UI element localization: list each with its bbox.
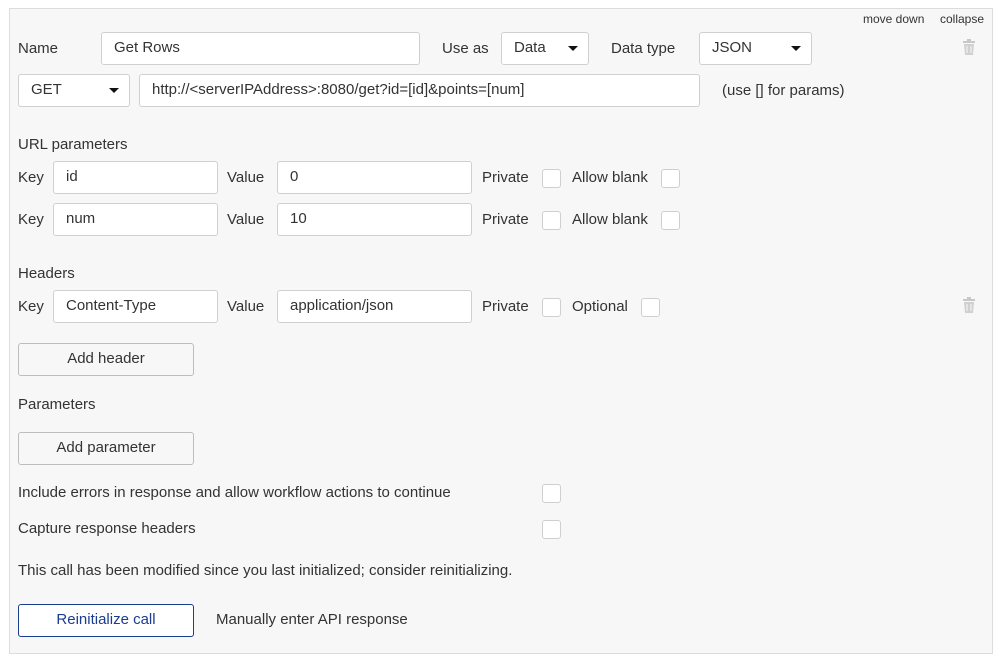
optional-checkbox[interactable] — [641, 298, 660, 317]
capture-headers-label: Capture response headers — [18, 520, 196, 537]
trash-icon[interactable] — [962, 297, 976, 313]
name-label: Name — [18, 40, 59, 57]
http-method-select[interactable]: GET — [18, 74, 130, 107]
key-label: Key — [18, 298, 44, 315]
use-as-value: Data — [514, 39, 546, 56]
move-down-link[interactable]: move down — [863, 11, 924, 27]
url-param-value-input[interactable]: 0 — [277, 161, 472, 194]
reinitialize-notice: This call has been modified since you la… — [18, 562, 513, 579]
call-name-input[interactable]: Get Rows — [101, 32, 420, 65]
private-label: Private — [482, 298, 529, 315]
caret-down-icon — [568, 46, 578, 51]
data-type-value: JSON — [712, 39, 753, 56]
use-as-select[interactable]: Data — [501, 32, 589, 65]
url-param-value-input[interactable]: 10 — [277, 203, 472, 236]
url-hint: (use [] for params) — [722, 82, 845, 99]
key-label: Key — [18, 169, 44, 186]
url-param-key-input[interactable]: id — [53, 161, 218, 194]
reinitialize-call-button[interactable]: Reinitialize call — [18, 604, 194, 637]
header-key-input[interactable]: Content-Type — [53, 290, 218, 323]
allow-blank-checkbox[interactable] — [661, 211, 680, 230]
add-header-button[interactable]: Add header — [18, 343, 194, 376]
data-type-select[interactable]: JSON — [699, 32, 812, 65]
url-param-key-input[interactable]: num — [53, 203, 218, 236]
private-label: Private — [482, 211, 529, 228]
url-input[interactable]: http://<serverIPAddress>:8080/get?id=[id… — [139, 74, 700, 107]
optional-label: Optional — [572, 298, 628, 315]
capture-headers-checkbox[interactable] — [542, 520, 561, 539]
value-label: Value — [227, 211, 265, 228]
allow-blank-label: Allow blank — [572, 211, 648, 228]
headers-title: Headers — [18, 265, 75, 282]
http-method-value: GET — [31, 81, 62, 98]
allow-blank-checkbox[interactable] — [661, 169, 680, 188]
private-checkbox[interactable] — [542, 298, 561, 317]
key-label: Key — [18, 211, 44, 228]
parameters-title: Parameters — [18, 396, 96, 413]
private-checkbox[interactable] — [542, 211, 561, 230]
include-errors-checkbox[interactable] — [542, 484, 561, 503]
use-as-label: Use as — [442, 40, 489, 57]
value-label: Value — [227, 298, 265, 315]
caret-down-icon — [791, 46, 801, 51]
collapse-link[interactable]: collapse — [940, 11, 984, 27]
manual-response-link[interactable]: Manually enter API response — [216, 610, 408, 630]
private-label: Private — [482, 169, 529, 186]
include-errors-label: Include errors in response and allow wor… — [18, 484, 451, 501]
header-value-input[interactable]: application/json — [277, 290, 472, 323]
caret-down-icon — [109, 88, 119, 93]
value-label: Value — [227, 169, 265, 186]
private-checkbox[interactable] — [542, 169, 561, 188]
allow-blank-label: Allow blank — [572, 169, 648, 186]
add-parameter-button[interactable]: Add parameter — [18, 432, 194, 465]
trash-icon[interactable] — [962, 39, 976, 55]
data-type-label: Data type — [611, 40, 676, 57]
url-parameters-title: URL parameters — [18, 136, 128, 153]
